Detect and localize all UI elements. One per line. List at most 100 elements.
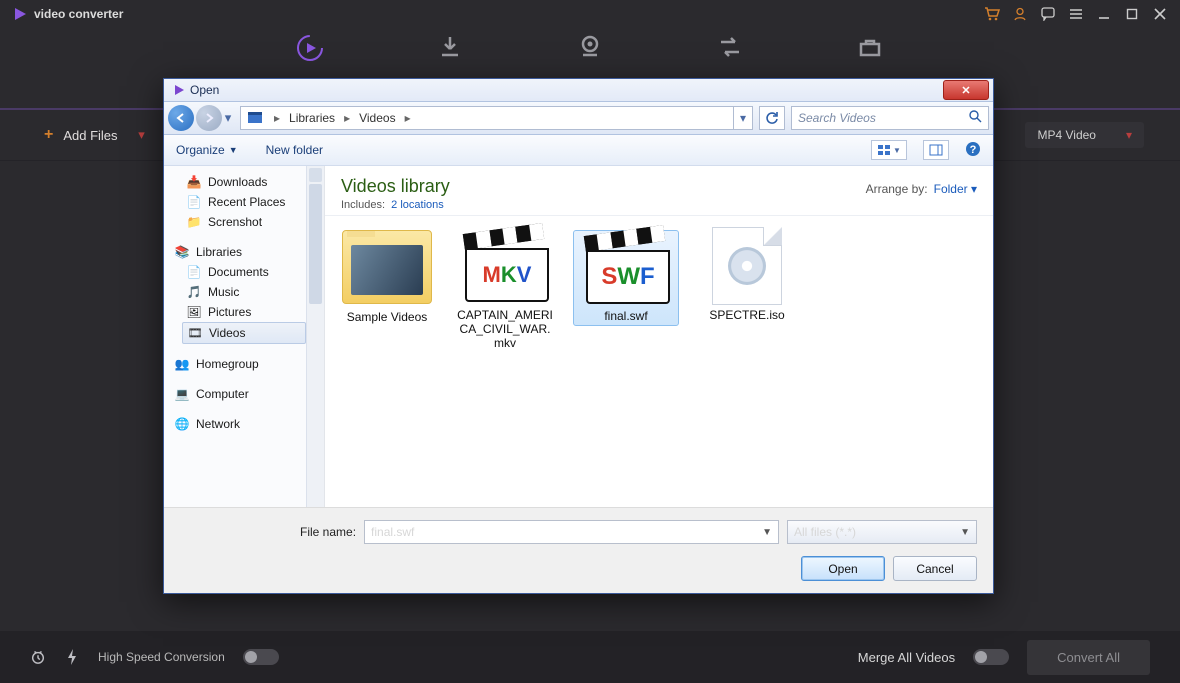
breadcrumb-sep-icon: ▸ [402,111,414,125]
menu-icon[interactable] [1068,6,1084,22]
open-dialog: Open ✕ ▾ ▸ Libraries ▸ Videos ▸ ▾ [163,78,994,594]
app-brand-text: video converter [34,7,123,21]
restore-icon[interactable] [1124,6,1140,22]
breadcrumb-libraries[interactable]: Libraries [283,107,341,129]
recent-icon: 📄 [186,194,202,210]
preview-pane-button[interactable] [923,140,949,160]
sidebar-item-libraries[interactable]: 📚Libraries [164,242,324,262]
dialog-close-button[interactable]: ✕ [943,80,989,100]
help-button[interactable]: ? [965,141,981,160]
app-window: video converter + [0,0,1180,683]
add-files-dropdown[interactable]: ▾ [128,121,156,149]
titlebar-right [984,6,1168,22]
breadcrumb-videos[interactable]: Videos [353,107,401,129]
brand-play-icon [12,6,28,22]
cancel-button[interactable]: Cancel [893,556,977,581]
sidebar-item-documents[interactable]: 📄Documents [164,262,324,282]
lightning-icon [64,649,80,665]
sidebar-item-downloads[interactable]: 📥Downloads [164,172,324,192]
file-item-iso[interactable]: SPECTRE.iso [697,230,797,322]
folder-thumb-icon [342,230,432,304]
add-files-label: Add Files [63,128,117,143]
tab-toolbox[interactable] [840,33,900,65]
file-item-folder[interactable]: Sample Videos [337,230,437,324]
high-speed-toggle[interactable] [243,649,279,665]
dialog-nav: ▾ ▸ Libraries ▸ Videos ▸ ▾ Search Videos [164,101,993,135]
dialog-title-icon [172,83,186,97]
nav-history-dropdown[interactable]: ▾ [222,110,234,126]
video-icon: 🎞 [187,325,203,341]
file-label: final.swf [576,309,676,323]
nav-forward-button[interactable] [196,105,222,131]
sidebar-item-homegroup[interactable]: 👥Homegroup [164,354,324,374]
file-name-input[interactable]: final.swf ▼ [364,520,779,544]
search-input[interactable]: Search Videos [791,106,989,130]
sidebar-item-recent[interactable]: 📄Recent Places [164,192,324,212]
sidebar-item-screenshot[interactable]: 📁Screnshot [164,212,324,232]
convert-all-button[interactable]: Convert All [1027,640,1150,675]
file-item-mkv[interactable]: MKV CAPTAIN_AMERICA_CIVIL_WAR.mkv [455,230,555,350]
search-icon [969,110,982,126]
chat-icon[interactable] [1040,6,1056,22]
arrange-by-dropdown[interactable]: Folder ▾ [934,182,977,196]
view-icon [877,144,891,156]
output-format-dropdown[interactable]: MP4 Video ▾ [1025,122,1144,148]
breadcrumb-root-icon[interactable] [241,107,271,129]
merge-toggle[interactable] [973,649,1009,665]
sidebar-item-pictures[interactable]: 🖼Pictures [164,302,324,322]
refresh-button[interactable] [759,106,785,130]
breadcrumb-dropdown[interactable]: ▾ [733,107,752,129]
new-folder-button[interactable]: New folder [266,143,323,157]
file-label: SPECTRE.iso [697,308,797,322]
chevron-down-icon: ▾ [1126,128,1132,142]
tab-transfer[interactable] [700,33,760,65]
file-type-filter[interactable]: All files (*.*) ▼ [787,520,977,544]
transfer-icon [716,33,744,61]
sub-toolbar-right: MP4 Video ▾ [1025,122,1144,148]
file-grid[interactable]: Sample Videos MKV CAPTAIN_AMERICA_CIVIL_… [325,216,993,507]
file-name-label: File name: [300,525,356,539]
file-label: CAPTAIN_AMERICA_CIVIL_WAR.mkv [455,308,555,350]
library-icon: 📚 [174,244,190,260]
dialog-content: Videos library Includes: 2 locations Arr… [325,166,993,507]
nav-back-button[interactable] [168,105,194,131]
sidebar-item-music[interactable]: 🎵Music [164,282,324,302]
folder-icon: 📥 [186,174,202,190]
chevron-down-icon: ▼ [229,145,238,155]
sidebar-item-computer[interactable]: 💻Computer [164,384,324,404]
picture-icon: 🖼 [186,304,202,320]
library-locations-link[interactable]: 2 locations [391,199,444,211]
iso-thumb-icon [703,230,791,302]
document-icon: 📄 [186,264,202,280]
app-brand: video converter [12,6,123,22]
view-mode-dropdown[interactable]: ▼ [871,140,907,160]
refresh-icon [765,111,779,125]
close-icon[interactable] [1152,6,1168,22]
search-placeholder: Search Videos [798,111,876,125]
chevron-down-icon: ▼ [762,527,772,538]
sidebar-item-network[interactable]: 🌐Network [164,414,324,434]
organize-dropdown[interactable]: Organize▼ [176,143,238,157]
sidebar-item-videos[interactable]: 🎞Videos [182,322,306,344]
tab-download[interactable] [420,33,480,65]
tab-record[interactable] [560,33,620,65]
add-files-button[interactable]: + Add Files [36,122,126,148]
dialog-title-text: Open [190,83,219,97]
sidebar-scrollbar[interactable] [306,166,324,507]
minimize-icon[interactable] [1096,6,1112,22]
account-icon[interactable] [1012,6,1028,22]
breadcrumb[interactable]: ▸ Libraries ▸ Videos ▸ ▾ [240,106,753,130]
convert-all-label: Convert All [1057,650,1120,665]
computer-icon: 💻 [174,386,190,402]
tab-convert[interactable] [280,33,340,67]
music-icon: 🎵 [186,284,202,300]
convert-icon [295,33,325,63]
file-item-swf[interactable]: SWF final.swf [573,230,679,326]
dialog-titlebar: Open ✕ [164,79,993,101]
clock-icon[interactable] [30,649,46,665]
open-button[interactable]: Open [801,556,885,581]
dialog-button-row: Open Cancel [180,556,977,581]
merge-label: Merge All Videos [858,650,955,665]
cart-icon[interactable] [984,6,1000,22]
swf-thumb-icon: SWF [583,233,669,303]
